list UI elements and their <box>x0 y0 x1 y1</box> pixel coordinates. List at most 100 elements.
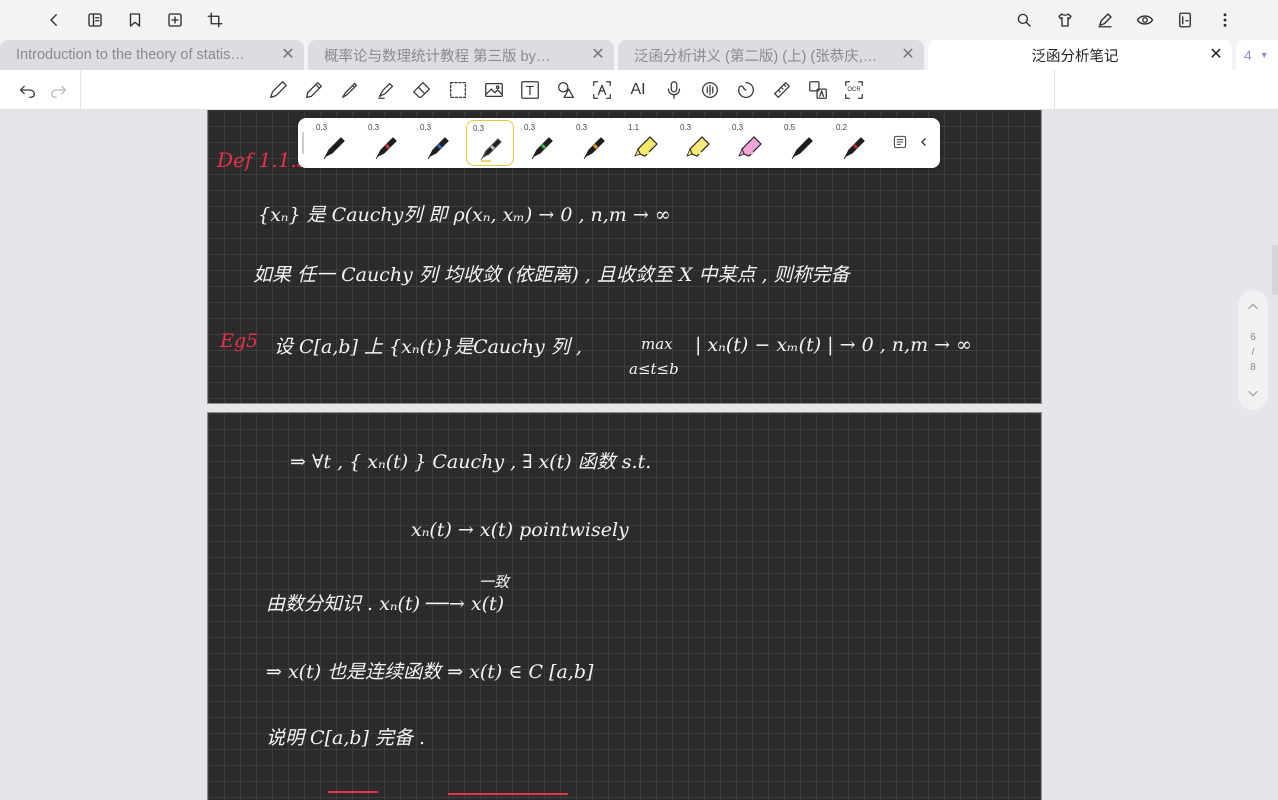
bookmark-icon[interactable] <box>123 8 147 32</box>
tab-count-text: 4 <box>1244 47 1252 63</box>
audio-record-icon[interactable] <box>698 78 722 102</box>
pen-slot[interactable]: 0.3 <box>466 120 514 166</box>
palette-drag-handle[interactable] <box>302 132 304 154</box>
translate-icon[interactable] <box>806 78 830 102</box>
pen-size-label: 0.3 <box>473 124 485 133</box>
note-page-lower[interactable]: ⇒ ∀t , { xₙ(t) } Cauchy , ∃ x(t) 函数 s.t.… <box>207 412 1042 800</box>
pen-size-label: 0.3 <box>368 123 380 132</box>
ocr-icon[interactable]: OCR <box>842 78 866 102</box>
note-line-uniform-limit: 由数分知识 . xₙ(t) ──→ x(t) <box>266 593 505 615</box>
pen-slot[interactable]: 0.3 <box>414 120 462 166</box>
microphone-icon[interactable] <box>662 78 686 102</box>
top-bar <box>0 0 1278 40</box>
pen-icon <box>480 138 502 162</box>
tab-functional-analysis-notes[interactable]: 泛函分析笔记 ✕ <box>928 40 1232 70</box>
ballpoint-pen-icon[interactable] <box>338 78 362 102</box>
pen-mode-icon[interactable] <box>1093 8 1117 32</box>
pen-slot[interactable]: 0.3 <box>570 120 618 166</box>
lasso-select-icon[interactable] <box>446 78 470 102</box>
highlighter-pen-icon <box>686 136 710 157</box>
toolbar-divider <box>80 70 81 110</box>
note-line-continuous: ⇒ x(t) 也是连续函数 ⇒ x(t) ∈ C [a,b] <box>266 661 594 683</box>
back-icon[interactable] <box>42 8 66 32</box>
highlighter-pen-icon <box>634 136 658 157</box>
add-page-icon[interactable] <box>163 8 187 32</box>
highlighter-icon[interactable] <box>374 78 398 102</box>
note-line-uniform-norm: | xₙ(t) − xₘ(t) | → 0 , n,m → ∞ <box>695 334 972 356</box>
pen-slot[interactable]: 0.5 <box>778 120 826 166</box>
pencil-icon[interactable] <box>302 78 326 102</box>
close-icon[interactable]: ✕ <box>900 47 916 63</box>
redo-icon[interactable] <box>47 78 71 102</box>
collapse-palette-icon[interactable] <box>914 132 934 152</box>
crop-icon[interactable] <box>203 8 227 32</box>
pen-icon <box>375 137 397 160</box>
fountain-pen-icon[interactable] <box>266 78 290 102</box>
red-ink-stroke <box>328 791 378 793</box>
pen-slot[interactable]: 0.3 <box>362 120 410 166</box>
pen-slot[interactable]: 0.3 <box>310 120 358 166</box>
page-separator: / <box>1251 347 1255 358</box>
page-down-icon[interactable] <box>1245 386 1261 402</box>
pen-icon <box>427 137 449 160</box>
text-box-icon[interactable]: T <box>518 78 542 102</box>
example-label: Eg5 <box>220 330 259 352</box>
page-layout-icon[interactable] <box>1173 8 1197 32</box>
pen-slot[interactable]: 1.1 <box>622 120 670 166</box>
pen-slot[interactable]: 0.3 <box>726 120 774 166</box>
text-tool-label: T <box>526 82 534 98</box>
tab-probability-book[interactable]: 概率论与数理统计教程 第三版 by… ✕ <box>308 40 614 70</box>
theme-shirt-icon[interactable] <box>1053 8 1077 32</box>
pen-size-label: 0.3 <box>420 123 432 132</box>
ruler-icon[interactable] <box>770 78 794 102</box>
pen-settings-icon[interactable] <box>890 132 910 152</box>
pen-size-label: 0.2 <box>836 123 848 132</box>
pen-slot[interactable]: 0.2 <box>830 120 878 166</box>
tab-label: Introduction to the theory of statis… <box>16 47 245 63</box>
current-page: 6 <box>1250 332 1256 343</box>
close-icon[interactable]: ✕ <box>280 47 296 63</box>
note-line-conclusion: 说明 C[a,b] 完备 . <box>266 727 426 749</box>
ai-assistant-icon[interactable]: AI <box>626 78 650 102</box>
tab-statistics-book[interactable]: Introduction to the theory of statis… ✕ <box>0 40 304 70</box>
search-icon[interactable] <box>1012 8 1036 32</box>
shape-icon[interactable] <box>554 78 578 102</box>
pen-icon <box>843 137 865 160</box>
pen-palette: 0.3 0.3 0.3 0.3 0.3 0.3 1.1 0.3 0.3 0.5 0.2 <box>298 118 940 168</box>
side-panel-handle[interactable] <box>1272 245 1278 295</box>
red-ink-stroke <box>448 793 568 795</box>
pen-size-label: 0.3 <box>732 123 744 132</box>
tab-menu-triangle-icon[interactable]: ▼ <box>1260 50 1269 60</box>
handwriting-to-text-icon[interactable] <box>590 78 614 102</box>
total-pages: 8 <box>1250 362 1256 373</box>
note-line-cauchy-def: {xₙ} 是 Cauchy列 即 ρ(xₙ, xₘ) → 0 , n,m → ∞ <box>258 204 671 226</box>
note-line-pointwise-cauchy: ⇒ ∀t , { xₙ(t) } Cauchy , ∃ x(t) 函数 s.t. <box>290 451 652 473</box>
image-insert-icon[interactable] <box>482 78 506 102</box>
page-up-icon[interactable] <box>1245 300 1261 316</box>
close-icon[interactable]: ✕ <box>1208 47 1224 63</box>
pen-icon <box>583 137 605 160</box>
pen-size-label: 0.3 <box>524 123 536 132</box>
undo-icon[interactable] <box>15 78 39 102</box>
more-vertical-icon[interactable] <box>1213 8 1237 32</box>
note-canvas[interactable]: Def 1.1.5 {xₙ} 是 Cauchy列 即 ρ(xₙ, xₘ) → 0… <box>0 110 1278 800</box>
tab-count-badge[interactable]: 4 ▼ <box>1236 40 1278 70</box>
eraser-icon[interactable] <box>410 78 434 102</box>
pen-icon <box>531 137 553 160</box>
book-outline-icon[interactable] <box>83 8 107 32</box>
pen-slot[interactable]: 0.3 <box>674 120 722 166</box>
tab-functional-analysis-book[interactable]: 泛函分析讲义 (第二版) (上) (张恭庆,… ✕ <box>618 40 924 70</box>
drawing-toolbar: T AI OCR <box>0 70 1278 110</box>
pen-size-label: 1.1 <box>628 123 640 132</box>
pen-size-label: 0.3 <box>680 123 692 132</box>
pen-icon <box>323 137 345 160</box>
close-icon[interactable]: ✕ <box>590 47 606 63</box>
pen-size-label: 0.3 <box>316 123 328 132</box>
pen-size-label: 0.5 <box>784 123 796 132</box>
laser-pointer-icon[interactable] <box>734 78 758 102</box>
pen-slot[interactable]: 0.3 <box>518 120 566 166</box>
pen-size-label: 0.3 <box>576 123 588 132</box>
highlighter-pen-icon <box>738 136 762 157</box>
tab-label: 泛函分析讲义 (第二版) (上) (张恭庆,… <box>634 48 878 65</box>
eye-icon[interactable] <box>1133 8 1157 32</box>
